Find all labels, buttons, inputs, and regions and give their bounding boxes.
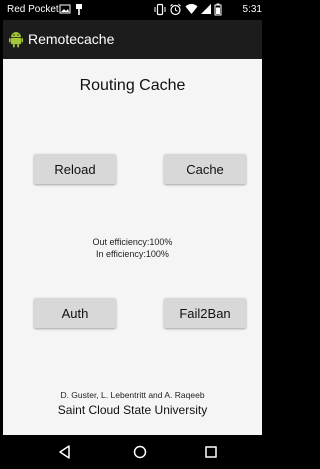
cache-button[interactable]: Cache: [164, 154, 246, 184]
battery-icon: [214, 3, 222, 19]
signal-icon: [200, 3, 212, 18]
in-efficiency-text: In efficiency:100%: [96, 249, 169, 259]
out-efficiency-text: Out efficiency:100%: [92, 237, 173, 247]
app-title: Remotecache: [28, 31, 115, 47]
usb-icon: [75, 3, 83, 19]
action-bar: Remotecache: [3, 20, 262, 59]
image-icon: [59, 3, 71, 18]
university-text: Saint Cloud State University: [57, 403, 208, 417]
fail2ban-button[interactable]: Fail2Ban: [164, 298, 246, 328]
clock: 5:31: [242, 4, 262, 15]
alarm-icon: [169, 3, 182, 19]
home-icon[interactable]: [130, 443, 150, 461]
phone-screen: Red Pocket 5:31 Remotecache Routing Cach…: [3, 0, 262, 469]
page-title: Routing Cache: [79, 77, 186, 94]
back-icon[interactable]: [55, 443, 75, 461]
status-bar: Red Pocket 5:31: [3, 0, 262, 20]
wifi-icon: [185, 3, 198, 18]
authors-text: D. Guster, L. Lebentritt and A. Raqeeb: [60, 390, 205, 400]
navigation-bar: [3, 435, 262, 469]
main-content: Routing Cache Reload Cache Out efficienc…: [3, 59, 262, 435]
auth-button[interactable]: Auth: [34, 298, 116, 328]
recents-icon[interactable]: [201, 443, 221, 461]
carrier-name: Red Pocket: [7, 4, 59, 15]
android-icon: [9, 30, 23, 53]
vibrate-icon: [154, 3, 166, 19]
reload-button[interactable]: Reload: [34, 154, 116, 184]
